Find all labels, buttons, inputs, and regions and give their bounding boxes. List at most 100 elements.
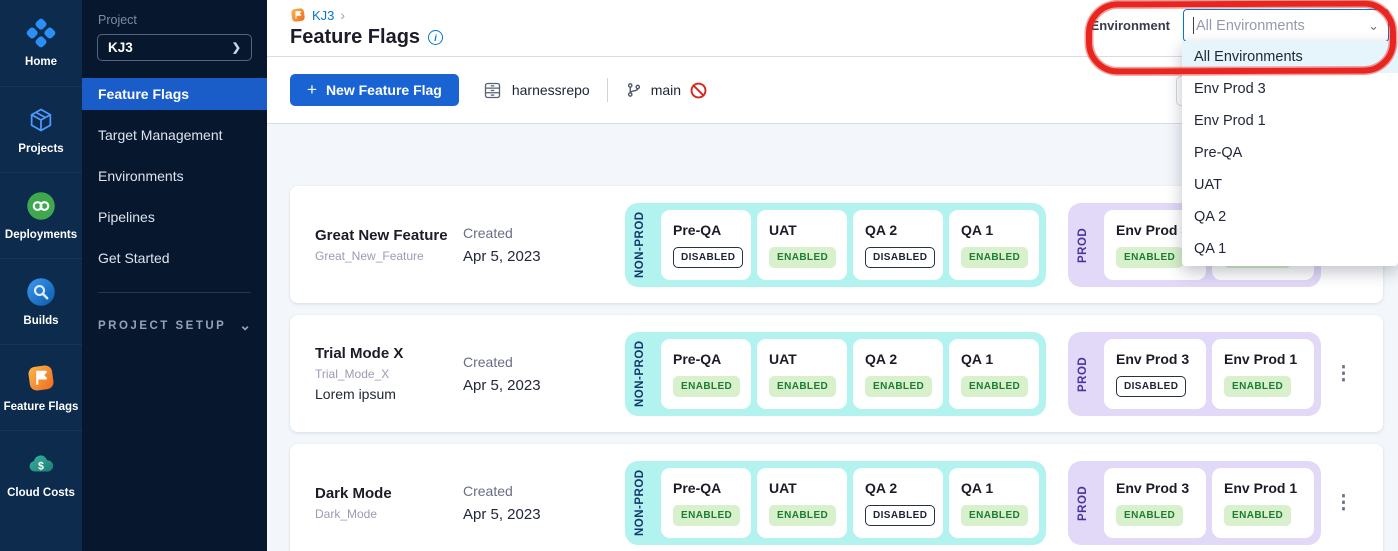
- env-card[interactable]: QA 2 DISABLED: [853, 468, 943, 538]
- env-card[interactable]: Pre-QA ENABLED: [661, 468, 751, 538]
- env-card[interactable]: Pre-QA ENABLED: [661, 339, 751, 409]
- env-status-badge: ENABLED: [961, 505, 1028, 526]
- env-card[interactable]: UAT ENABLED: [757, 210, 847, 280]
- flag-row-2[interactable]: Dark Mode Dark_Mode Created Apr 5, 2023 …: [290, 444, 1383, 551]
- rail-label: Deployments: [5, 229, 77, 241]
- env-card[interactable]: QA 2 ENABLED: [853, 339, 943, 409]
- row-menu-button[interactable]: ⋮: [1326, 487, 1361, 518]
- project-setup-toggle[interactable]: PROJECT SETUP ⌄: [98, 317, 251, 334]
- nav-item-pipelines[interactable]: Pipelines: [82, 201, 267, 233]
- created-date: Apr 5, 2023: [463, 377, 575, 394]
- env-option-all-environments[interactable]: All Environments: [1182, 41, 1398, 73]
- project-nav-items: Feature Flags Target Management Environm…: [82, 78, 267, 274]
- env-card[interactable]: QA 2 DISABLED: [853, 210, 943, 280]
- flag-identifier: Great_New_Feature: [315, 249, 463, 263]
- env-option-qa-1[interactable]: QA 1: [1182, 233, 1398, 265]
- env-card[interactable]: QA 1 ENABLED: [949, 468, 1039, 538]
- env-card[interactable]: Pre-QA DISABLED: [661, 210, 751, 280]
- non-prod-label: NON-PROD: [625, 468, 655, 538]
- nav-item-target-management[interactable]: Target Management: [82, 119, 267, 151]
- chevron-right-icon: ❯: [232, 41, 241, 54]
- flag-info: Trial Mode X Trial_Mode_X Lorem ipsum: [315, 345, 463, 402]
- flag-name: Dark Mode: [315, 485, 463, 502]
- environment-select[interactable]: All Environments ⌄: [1183, 9, 1389, 42]
- env-card[interactable]: Env Prod 3 ENABLED: [1104, 468, 1206, 538]
- project-section-label: Project: [98, 13, 267, 27]
- flag-identifier: Dark_Mode: [315, 507, 463, 521]
- breadcrumb-separator: ›: [340, 7, 345, 23]
- breadcrumb-project-link[interactable]: KJ3: [312, 8, 334, 23]
- env-card[interactable]: Env Prod 1 ENABLED: [1212, 468, 1314, 538]
- git-branch-icon: [625, 81, 643, 99]
- project-selector[interactable]: KJ3 ❯: [97, 34, 252, 61]
- prod-label: PROD: [1068, 210, 1098, 280]
- nav-item-get-started[interactable]: Get Started: [82, 242, 267, 274]
- rail-item-home[interactable]: Home: [0, 0, 82, 86]
- env-name: Env Prod 3: [1116, 351, 1206, 367]
- nav-item-environments[interactable]: Environments: [82, 160, 267, 192]
- info-icon[interactable]: i: [428, 30, 443, 45]
- deployments-icon: [26, 191, 56, 221]
- env-option-env-prod-1[interactable]: Env Prod 1: [1182, 105, 1398, 137]
- env-status-badge: DISABLED: [1116, 376, 1186, 397]
- rail-item-projects[interactable]: Projects: [0, 86, 82, 172]
- env-name: QA 1: [961, 222, 1039, 238]
- env-card[interactable]: QA 1 ENABLED: [949, 210, 1039, 280]
- flag-row-1[interactable]: Trial Mode X Trial_Mode_X Lorem ipsum Cr…: [290, 315, 1383, 432]
- created-block: Created Apr 5, 2023: [463, 225, 575, 265]
- env-card[interactable]: UAT ENABLED: [757, 468, 847, 538]
- created-block: Created Apr 5, 2023: [463, 483, 575, 523]
- env-name: Pre-QA: [673, 351, 751, 367]
- rail-label: Cloud Costs: [7, 487, 75, 499]
- feature-flags-icon: [26, 363, 56, 393]
- new-feature-flag-button[interactable]: + New Feature Flag: [290, 74, 459, 106]
- rail-item-builds[interactable]: Builds: [0, 258, 82, 344]
- rail-item-cloud-costs[interactable]: $ Cloud Costs: [0, 430, 82, 516]
- branch-selector[interactable]: main: [625, 81, 708, 100]
- env-status-badge: ENABLED: [673, 376, 740, 397]
- created-date: Apr 5, 2023: [463, 248, 575, 265]
- env-option-qa-2[interactable]: QA 2: [1182, 201, 1398, 233]
- env-card[interactable]: UAT ENABLED: [757, 339, 847, 409]
- env-name: QA 1: [961, 480, 1039, 496]
- prod-group: PROD Env Prod 3 ENABLED Env Prod 1 ENABL…: [1068, 461, 1321, 545]
- flag-description: Lorem ipsum: [315, 386, 463, 402]
- cloud-costs-icon: $: [26, 449, 56, 479]
- project-selector-value: KJ3: [108, 40, 133, 55]
- env-name: UAT: [769, 351, 847, 367]
- env-status-badge: DISABLED: [865, 247, 935, 268]
- env-status-badge: ENABLED: [1224, 505, 1291, 526]
- rail-item-feature-flags[interactable]: Feature Flags: [0, 344, 82, 430]
- page-title: Feature Flags: [290, 26, 420, 49]
- env-status-badge: ENABLED: [769, 376, 836, 397]
- created-date: Apr 5, 2023: [463, 506, 575, 523]
- non-prod-group: NON-PROD Pre-QA ENABLED UAT ENABLED QA 2…: [625, 332, 1046, 416]
- created-label: Created: [463, 354, 575, 370]
- project-panel: Project KJ3 ❯ Feature Flags Target Manag…: [82, 0, 267, 551]
- env-option-pre-qa[interactable]: Pre-QA: [1182, 137, 1398, 169]
- builds-icon: [26, 277, 56, 307]
- env-card[interactable]: QA 1 ENABLED: [949, 339, 1039, 409]
- env-option-env-prod-3[interactable]: Env Prod 3: [1182, 73, 1398, 105]
- env-name: QA 2: [865, 480, 943, 496]
- created-label: Created: [463, 483, 575, 499]
- env-card[interactable]: Env Prod 1 ENABLED: [1212, 339, 1314, 409]
- branch-name: main: [651, 82, 681, 98]
- env-name: QA 2: [865, 351, 943, 367]
- repo-name: harnessrepo: [512, 82, 590, 98]
- env-option-uat[interactable]: UAT: [1182, 169, 1398, 201]
- cube-icon: [26, 105, 56, 135]
- rail-label: Feature Flags: [4, 401, 79, 413]
- feature-flags-breadcrumb-icon: [290, 7, 306, 23]
- rail-label: Projects: [18, 143, 63, 155]
- env-card[interactable]: Env Prod 3 DISABLED: [1104, 339, 1206, 409]
- env-name: UAT: [769, 480, 847, 496]
- repo-selector[interactable]: harnessrepo: [482, 80, 590, 101]
- main-area: KJ3 › Feature Flags i Environment All En…: [267, 0, 1398, 551]
- row-menu-button[interactable]: ⋮: [1326, 358, 1361, 389]
- nav-item-feature-flags[interactable]: Feature Flags: [82, 78, 267, 110]
- environment-select-value: All Environments: [1196, 18, 1368, 34]
- rail-item-deployments[interactable]: Deployments: [0, 172, 82, 258]
- rail-label: Home: [25, 56, 57, 68]
- prod-label: PROD: [1068, 339, 1098, 409]
